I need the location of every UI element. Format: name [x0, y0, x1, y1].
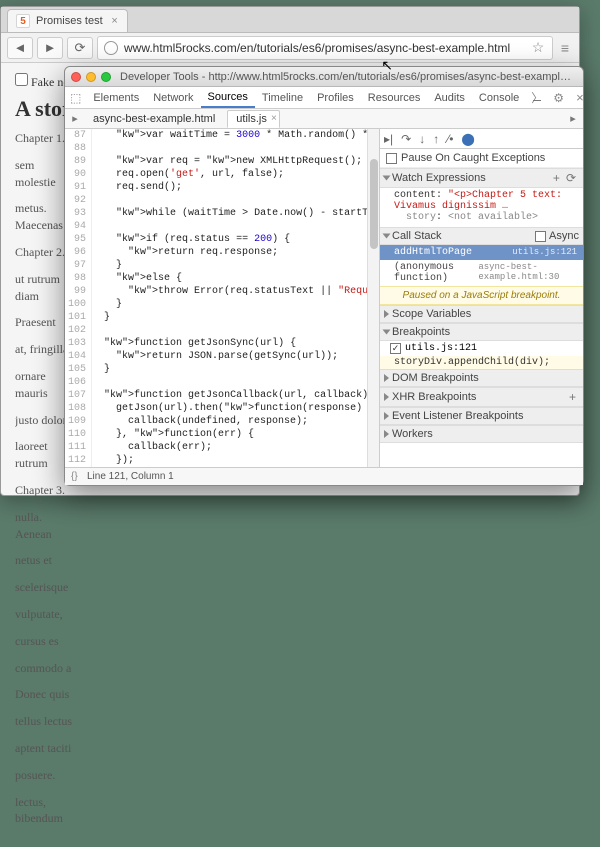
panel-console[interactable]: Console: [472, 87, 526, 108]
breakpoint-item[interactable]: ✓ utils.js:121: [380, 341, 583, 356]
cursor-position: Line 121, Column 1: [87, 471, 174, 482]
inspect-icon[interactable]: ⬚: [65, 87, 86, 108]
event-listener-breakpoints-header[interactable]: Event Listener Breakpoints: [380, 407, 583, 425]
breakpoint-checkbox[interactable]: ✓: [390, 343, 401, 354]
add-xhr-bp-icon[interactable]: +: [566, 390, 579, 404]
panel-resources[interactable]: Resources: [361, 87, 428, 108]
drawer-icon[interactable]: 〉: [526, 87, 548, 108]
minimize-window-button[interactable]: [86, 72, 96, 82]
disclosure-triangle-icon[interactable]: [384, 412, 389, 420]
disclosure-triangle-icon[interactable]: [384, 393, 389, 401]
close-icon[interactable]: ×: [109, 15, 121, 27]
sources-file-tabs: ▸ async-best-example.html utils.js× ▸: [65, 109, 583, 129]
watch-expressions-header[interactable]: Watch Expressions + ⟳: [380, 168, 583, 188]
panel-elements[interactable]: Elements: [86, 87, 146, 108]
add-watch-icon[interactable]: +: [550, 171, 563, 185]
call-stack-header[interactable]: Call Stack Async: [380, 227, 583, 245]
debugger-toolbar: ▸| ↷ ↓ ↑ ⁄• ⬤ ↖: [380, 129, 583, 149]
disclosure-triangle-icon[interactable]: [383, 176, 391, 181]
line-gutter[interactable]: 87 88 89 90 91 92 93 94 95 96 97 98 99 1…: [65, 129, 92, 467]
forward-button[interactable]: ►: [37, 37, 63, 59]
breakpoints-header[interactable]: Breakpoints: [380, 323, 583, 341]
panel-profiles[interactable]: Profiles: [310, 87, 361, 108]
close-window-button[interactable]: [71, 72, 81, 82]
more-tabs-icon[interactable]: ▸: [563, 112, 583, 125]
panel-audits[interactable]: Audits: [427, 87, 472, 108]
scope-variables-header[interactable]: Scope Variables: [380, 305, 583, 323]
tab-title: Promises test: [36, 15, 103, 27]
scrollbar-vertical[interactable]: [367, 129, 379, 467]
step-over-icon[interactable]: ↷: [401, 132, 411, 146]
stack-frame[interactable]: (anonymous function) async-best-example.…: [380, 260, 583, 286]
workers-header[interactable]: Workers: [380, 425, 583, 443]
address-bar[interactable]: www.html5rocks.com/en/tutorials/es6/prom…: [97, 36, 553, 60]
step-out-icon[interactable]: ↑: [433, 132, 439, 146]
xhr-breakpoints-header[interactable]: XHR Breakpoints +: [380, 387, 583, 407]
async-checkbox[interactable]: [535, 231, 546, 242]
devtools-panel-tabs: ⬚ Elements Network Sources Timeline Prof…: [65, 87, 583, 109]
debugger-sidebar: ▸| ↷ ↓ ↑ ⁄• ⬤ ↖ Pause On Caught Exceptio…: [379, 129, 583, 467]
devtools-close-icon[interactable]: ×: [569, 87, 591, 108]
stack-frame-selected[interactable]: addHtmlToPage utils.js:121: [380, 245, 583, 260]
deactivate-breakpoints-icon[interactable]: ⁄•: [447, 132, 453, 146]
html5-favicon: 5: [16, 14, 30, 28]
window-title: Developer Tools - http://www.html5rocks.…: [116, 71, 577, 83]
pretty-print-icon[interactable]: {}: [71, 471, 87, 482]
panel-sources[interactable]: Sources: [201, 87, 255, 108]
pause-on-caught-row[interactable]: Pause On Caught Exceptions: [380, 149, 583, 168]
dom-breakpoints-header[interactable]: DOM Breakpoints: [380, 369, 583, 387]
browser-toolbar: ◄ ► ⟳ www.html5rocks.com/en/tutorials/es…: [1, 33, 579, 63]
settings-icon[interactable]: ⚙: [548, 87, 569, 108]
checkbox-unchecked[interactable]: [386, 153, 397, 164]
fake-network-checkbox[interactable]: [15, 73, 28, 86]
resume-icon[interactable]: ▸|: [384, 132, 393, 146]
disclosure-triangle-icon[interactable]: [384, 374, 389, 382]
step-into-icon[interactable]: ↓: [419, 132, 425, 146]
file-tab-utils[interactable]: utils.js×: [227, 110, 280, 128]
file-tab-async[interactable]: async-best-example.html: [85, 111, 227, 127]
close-icon[interactable]: ×: [271, 113, 277, 124]
back-button[interactable]: ◄: [7, 37, 33, 59]
source-code[interactable]: "kw">var waitTime = 3000 * Math.random()…: [92, 129, 367, 467]
disclosure-triangle-icon[interactable]: [384, 310, 389, 318]
devtools-window: Developer Tools - http://www.html5rocks.…: [64, 66, 584, 486]
url-text: www.html5rocks.com/en/tutorials/es6/prom…: [124, 41, 524, 55]
disclosure-triangle-icon[interactable]: [383, 234, 391, 239]
refresh-watch-icon[interactable]: ⟳: [563, 171, 579, 185]
panel-network[interactable]: Network: [146, 87, 200, 108]
status-bar: {} Line 121, Column 1: [65, 467, 583, 485]
disclosure-triangle-icon[interactable]: [383, 330, 391, 335]
scrollbar-thumb[interactable]: [370, 159, 378, 249]
reload-button[interactable]: ⟳: [67, 37, 93, 59]
globe-icon: [104, 41, 118, 55]
window-titlebar[interactable]: Developer Tools - http://www.html5rocks.…: [65, 67, 583, 87]
pause-exceptions-icon[interactable]: ⬤: [461, 132, 474, 146]
breakpoint-code: storyDiv.appendChild(div);: [380, 356, 583, 369]
zoom-window-button[interactable]: [101, 72, 111, 82]
panel-timeline[interactable]: Timeline: [255, 87, 310, 108]
traffic-lights: [71, 72, 111, 82]
navigator-icon[interactable]: ▸: [65, 112, 85, 125]
watch-item[interactable]: content: "<p>Chapter 5 text: Vivamus dig…: [380, 188, 583, 227]
star-icon[interactable]: ☆: [530, 39, 546, 56]
browser-tab[interactable]: 5 Promises test ×: [7, 9, 128, 32]
disclosure-triangle-icon[interactable]: [384, 430, 389, 438]
pause-message: Paused on a JavaScript breakpoint.: [380, 286, 583, 305]
browser-tabbar: 5 Promises test ×: [1, 7, 579, 33]
menu-icon[interactable]: ≡: [557, 40, 573, 56]
code-editor[interactable]: 87 88 89 90 91 92 93 94 95 96 97 98 99 1…: [65, 129, 379, 467]
